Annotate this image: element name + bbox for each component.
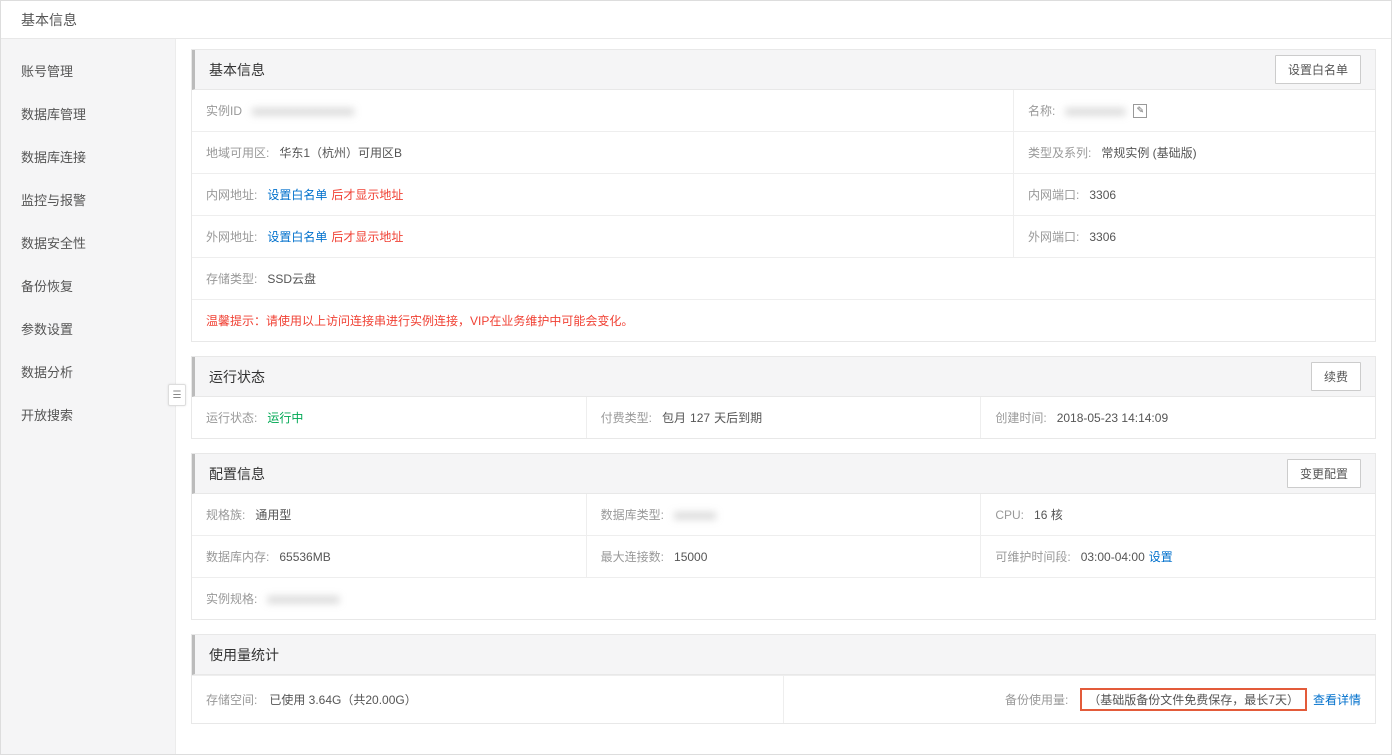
sidebar-item-security[interactable]: 数据安全性: [1, 221, 175, 264]
config-title: 配置信息: [209, 464, 265, 484]
db-type-value: xxxxxxx: [674, 508, 716, 522]
whitelist-button[interactable]: 设置白名单: [1275, 55, 1361, 84]
renew-button[interactable]: 续费: [1311, 362, 1361, 391]
sidebar-collapse-icon[interactable]: ☰: [168, 384, 186, 406]
maint-value: 03:00-04:00: [1081, 550, 1145, 564]
extranet-port-label: 外网端口:: [1028, 228, 1079, 245]
extranet-whitelist-link[interactable]: 设置白名单: [267, 228, 327, 245]
type-value: 常规实例 (基础版): [1101, 144, 1196, 161]
sidebar-item-analysis[interactable]: 数据分析: [1, 350, 175, 393]
maxconn-label: 最大连接数:: [601, 548, 664, 565]
page-header: 基本信息: [1, 1, 1391, 39]
status-value: 运行中: [267, 409, 303, 426]
spec-value: xxxxxxxxxxxx: [267, 592, 339, 606]
name-value: xxxxxxxxxx: [1065, 104, 1125, 118]
region-label: 地域可用区:: [206, 144, 269, 161]
mem-label: 数据库内存:: [206, 548, 269, 565]
panel-status: 运行状态 续费 运行状态: 运行中 付费类型: 包月 127 天后到期: [191, 356, 1376, 439]
sidebar-item-backup[interactable]: 备份恢复: [1, 264, 175, 307]
sidebar-item-opensearch[interactable]: 开放搜索: [1, 393, 175, 436]
billing-label: 付费类型:: [601, 409, 652, 426]
sidebar-item-params[interactable]: 参数设置: [1, 307, 175, 350]
intranet-port-label: 内网端口:: [1028, 186, 1079, 203]
name-label: 名称:: [1028, 102, 1055, 119]
family-label: 规格族:: [206, 506, 245, 523]
cpu-label: CPU:: [995, 508, 1024, 522]
created-value: 2018-05-23 14:14:09: [1057, 411, 1168, 425]
page-title: 基本信息: [21, 10, 77, 30]
sidebar-item-account[interactable]: 账号管理: [1, 49, 175, 92]
usage-storage-value: 已使用 3.64G（共20.00G）: [269, 691, 416, 708]
sidebar-item-connection[interactable]: 数据库连接: [1, 135, 175, 178]
family-value: 通用型: [255, 506, 291, 523]
created-label: 创建时间:: [995, 409, 1046, 426]
intranet-port-value: 3306: [1089, 188, 1116, 202]
maint-link[interactable]: 设置: [1149, 548, 1173, 565]
vip-tip: 温馨提示：请使用以上访问连接串进行实例连接，VIP在业务维护中可能会变化。: [192, 300, 1375, 341]
db-type-label: 数据库类型:: [601, 506, 664, 523]
region-value: 华东1（杭州）可用区B: [279, 144, 402, 161]
usage-backup-link[interactable]: 查看详情: [1313, 691, 1361, 708]
panel-usage: 使用量统计 存储空间: 已使用 3.64G（共20.00G） 备份使用量: （基…: [191, 634, 1376, 724]
intranet-addr-after: 后才显示地址: [331, 186, 403, 203]
sidebar-item-database[interactable]: 数据库管理: [1, 92, 175, 135]
extranet-port-value: 3306: [1089, 230, 1116, 244]
sidebar-item-monitor[interactable]: 监控与报警: [1, 178, 175, 221]
intranet-whitelist-link[interactable]: 设置白名单: [267, 186, 327, 203]
basic-info-title: 基本信息: [209, 60, 265, 80]
usage-title: 使用量统计: [209, 645, 279, 665]
intranet-addr-label: 内网地址:: [206, 186, 257, 203]
type-label: 类型及系列:: [1028, 144, 1091, 161]
instance-id-value: xxxxxxxxxxxxxxxxx: [252, 104, 354, 118]
storage-type-value: SSD云盘: [267, 270, 316, 287]
mem-value: 65536MB: [279, 550, 330, 564]
maxconn-value: 15000: [674, 550, 707, 564]
status-title: 运行状态: [209, 367, 265, 387]
usage-backup-label: 备份使用量:: [1005, 691, 1068, 708]
extranet-addr-after: 后才显示地址: [331, 228, 403, 245]
billing-type: 包月: [662, 409, 686, 426]
status-label: 运行状态:: [206, 409, 257, 426]
usage-storage-label: 存储空间:: [206, 691, 257, 708]
panel-config: 配置信息 变更配置 规格族: 通用型 数据库类型: xxxxxxx CPU: 1…: [191, 453, 1376, 620]
instance-id-label: 实例ID: [206, 102, 242, 119]
main-content: 基本信息 设置白名单 实例ID xxxxxxxxxxxxxxxxx 名称: xx…: [176, 39, 1391, 754]
cpu-value: 16 核: [1034, 506, 1063, 523]
edit-name-icon[interactable]: ✎: [1133, 104, 1147, 118]
billing-after: 天后到期: [714, 409, 762, 426]
sidebar: 账号管理 数据库管理 数据库连接 监控与报警 数据安全性 备份恢复 参数设置 数…: [1, 39, 176, 754]
storage-type-label: 存储类型:: [206, 270, 257, 287]
usage-backup-note: （基础版备份文件免费保存，最长7天）: [1080, 688, 1307, 711]
spec-label: 实例规格:: [206, 590, 257, 607]
maint-label: 可维护时间段:: [995, 548, 1070, 565]
change-config-button[interactable]: 变更配置: [1287, 459, 1361, 488]
extranet-addr-label: 外网地址:: [206, 228, 257, 245]
billing-days: 127: [690, 411, 710, 425]
panel-basic-info: 基本信息 设置白名单 实例ID xxxxxxxxxxxxxxxxx 名称: xx…: [191, 49, 1376, 342]
